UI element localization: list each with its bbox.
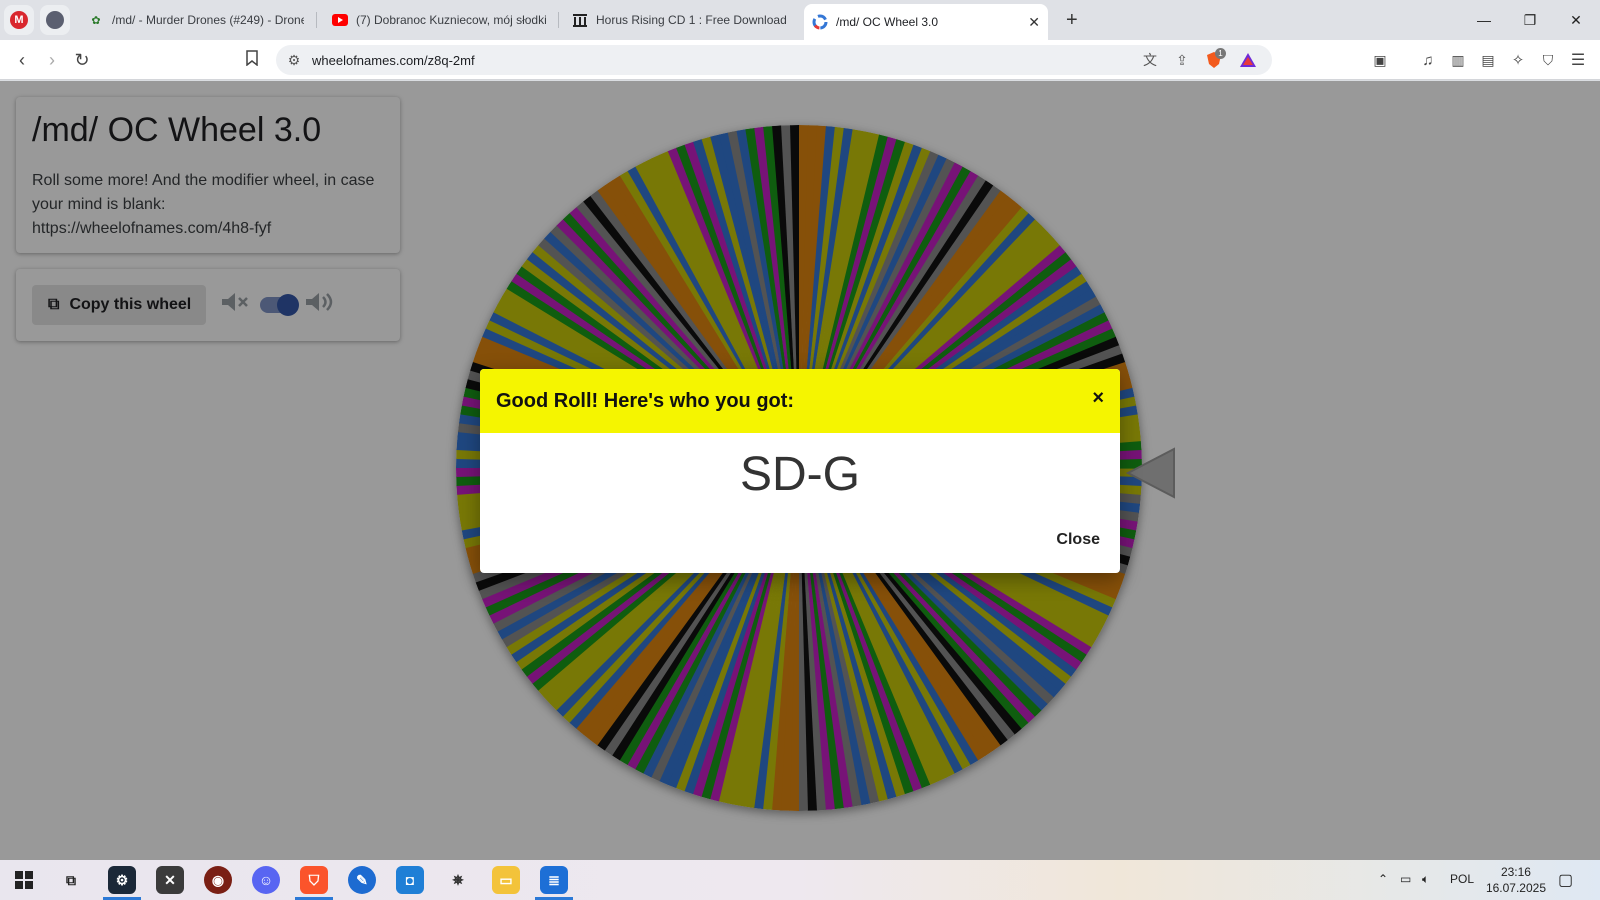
taskbar-app-gear[interactable]: ✵ (444, 866, 472, 894)
arrow-right-icon: › (49, 49, 55, 70)
document-icon: ≣ (548, 871, 560, 888)
sidebar-button[interactable]: ▥ (1446, 48, 1470, 72)
pinned-tab-mega[interactable]: M (4, 5, 34, 35)
sparkle-icon: ✧ (1511, 52, 1525, 69)
tab-strip: M ✿ /md/ - Murder Drones (#249) - Drones… (0, 0, 1600, 40)
dialog-close-button[interactable]: Close (1056, 531, 1100, 549)
url-text[interactable]: wheelofnames.com/z8q-2mf (312, 53, 475, 68)
reload-button[interactable]: ↻ (70, 48, 94, 72)
tab-archive[interactable]: Horus Rising CD 1 : Free Download, B (564, 4, 794, 36)
new-tab-button[interactable]: + (1066, 8, 1078, 32)
youtube-icon (332, 12, 348, 28)
tool-icon: ✎ (356, 871, 368, 888)
taskbar-steam[interactable]: ⚙ (108, 866, 136, 894)
music-icon: ♫ (1422, 51, 1434, 69)
tab-label: Horus Rising CD 1 : Free Download, B (596, 13, 786, 27)
wheelofnames-icon (812, 14, 828, 30)
task-view-button[interactable]: ⧉ (57, 866, 85, 894)
tray-expand-icon[interactable]: ⌃ (1378, 872, 1388, 886)
tab-separator (558, 12, 559, 28)
navigation-bar: ‹ › ↻ ⚙ wheelofnames.com/z8q-2mf 文 ⇪ 1 ▣… (0, 40, 1600, 80)
forward-button[interactable]: › (40, 48, 64, 72)
tab-label: /md/ OC Wheel 3.0 (836, 15, 939, 29)
back-button[interactable]: ‹ (10, 48, 34, 72)
windows-logo-icon (15, 871, 33, 889)
arrow-left-icon: ‹ (19, 49, 25, 70)
brave-rewards-icon[interactable] (1238, 50, 1258, 70)
speaker-icon[interactable]: 🔈︎ (1422, 872, 1429, 887)
folder-icon: ▭ (499, 871, 513, 888)
winner-dialog: Good Roll! Here's who you got: × SD-G Cl… (480, 369, 1120, 573)
menu-button[interactable]: ☰ (1566, 48, 1590, 72)
site-settings-icon[interactable]: ⚙ (284, 50, 304, 70)
tab-murder-drones[interactable]: ✿ /md/ - Murder Drones (#249) - Drones (80, 4, 312, 36)
bookmark-icon (246, 49, 258, 71)
board-favicon-icon: ✿ (91, 14, 101, 27)
tab-separator (316, 12, 317, 28)
windows-taskbar: ⧉ ⚙ ✕ ◉ ☺ ⛉ ✎ ◘ ✵ ▭ ≣ ⌃ ▭ 🔈︎ POL 23:16 1… (0, 860, 1600, 900)
input-language[interactable]: POL (1450, 872, 1474, 886)
cog-icon: ✵ (452, 871, 464, 888)
reader-mode-button[interactable]: ▣ (1368, 48, 1392, 72)
address-bar[interactable]: ⚙ wheelofnames.com/z8q-2mf 文 ⇪ 1 (276, 45, 1272, 75)
reader-icon: ▣ (1373, 51, 1387, 68)
avatar-icon (46, 11, 64, 29)
shields-badge: 1 (1215, 48, 1226, 59)
translate-icon[interactable]: 文 (1140, 50, 1160, 70)
taskbar-app-x[interactable]: ✕ (156, 866, 184, 894)
mega-icon: M (10, 11, 28, 29)
wallet-icon: ▤ (1481, 51, 1495, 68)
task-view-icon: ⧉ (66, 871, 76, 888)
pinned-tab-avatar[interactable] (40, 5, 70, 35)
close-icon: ✕ (1570, 11, 1582, 28)
restore-icon: ❐ (1523, 11, 1537, 28)
archive-icon (572, 12, 588, 28)
share-icon[interactable]: ⇪ (1172, 50, 1192, 70)
restore-button[interactable]: ❐ (1510, 6, 1550, 34)
leo-ai-button[interactable]: ✧ (1506, 48, 1530, 72)
bookmark-button[interactable] (240, 48, 264, 72)
tab-close-button[interactable]: ✕ (1028, 14, 1040, 31)
network-icon[interactable]: ▭ (1400, 872, 1411, 886)
sidebar-icon: ▥ (1451, 51, 1465, 68)
taskbar-brave[interactable]: ⛉ (300, 866, 328, 894)
taskbar-discord[interactable]: ☺ (252, 866, 280, 894)
shield-icon: ⛉ (1542, 51, 1554, 68)
dragon-icon: ◉ (211, 871, 225, 888)
brave-icon: ⛉ (308, 871, 320, 888)
brave-shields-icon[interactable]: 1 (1204, 48, 1226, 70)
dialog-header: Good Roll! Here's who you got: × (480, 369, 1120, 433)
hamburger-menu-icon: ☰ (1570, 52, 1586, 69)
system-clock[interactable]: 23:16 16.07.2025 (1486, 864, 1546, 896)
clock-date: 16.07.2025 (1485, 881, 1546, 895)
x-app-icon: ✕ (164, 871, 176, 888)
taskbar-docs[interactable]: ≣ (540, 866, 568, 894)
taskbar-file-explorer[interactable]: ▭ (492, 866, 520, 894)
windows-start-button[interactable] (10, 866, 38, 894)
taskbar-gamepad[interactable]: ◘ (396, 866, 424, 894)
winner-name: SD-G (740, 448, 860, 501)
minimize-button[interactable]: — (1464, 6, 1504, 34)
clock-time: 23:16 (1500, 865, 1531, 879)
vpn-button[interactable]: ⛉ (1536, 48, 1560, 72)
media-button[interactable]: ♫ (1416, 48, 1440, 72)
tab-label: /md/ - Murder Drones (#249) - Drones (112, 13, 304, 27)
page-content: /md/ OC Wheel 3.0 Roll some more! And th… (0, 81, 1600, 860)
tab-oc-wheel[interactable]: /md/ OC Wheel 3.0 ✕ (804, 4, 1048, 40)
close-window-button[interactable]: ✕ (1556, 6, 1596, 34)
dialog-title: Good Roll! Here's who you got: (496, 390, 795, 412)
taskbar-app-blue[interactable]: ✎ (348, 866, 376, 894)
dialog-close-x-button[interactable]: × (1092, 387, 1104, 410)
wallet-button[interactable]: ▤ (1476, 48, 1500, 72)
notifications-icon[interactable]: ▢ (1558, 870, 1573, 890)
steam-icon: ⚙ (115, 871, 129, 888)
tab-youtube[interactable]: (7) Dobranoc Kuzniecow, mój słodki k (324, 4, 554, 36)
reload-icon: ↻ (74, 49, 90, 70)
minimize-icon: — (1477, 12, 1491, 28)
gamepad-icon: ◘ (405, 872, 415, 888)
taskbar-app-red[interactable]: ◉ (204, 866, 232, 894)
tab-label: (7) Dobranoc Kuzniecow, mój słodki k (356, 13, 546, 27)
discord-icon: ☺ (258, 872, 274, 888)
